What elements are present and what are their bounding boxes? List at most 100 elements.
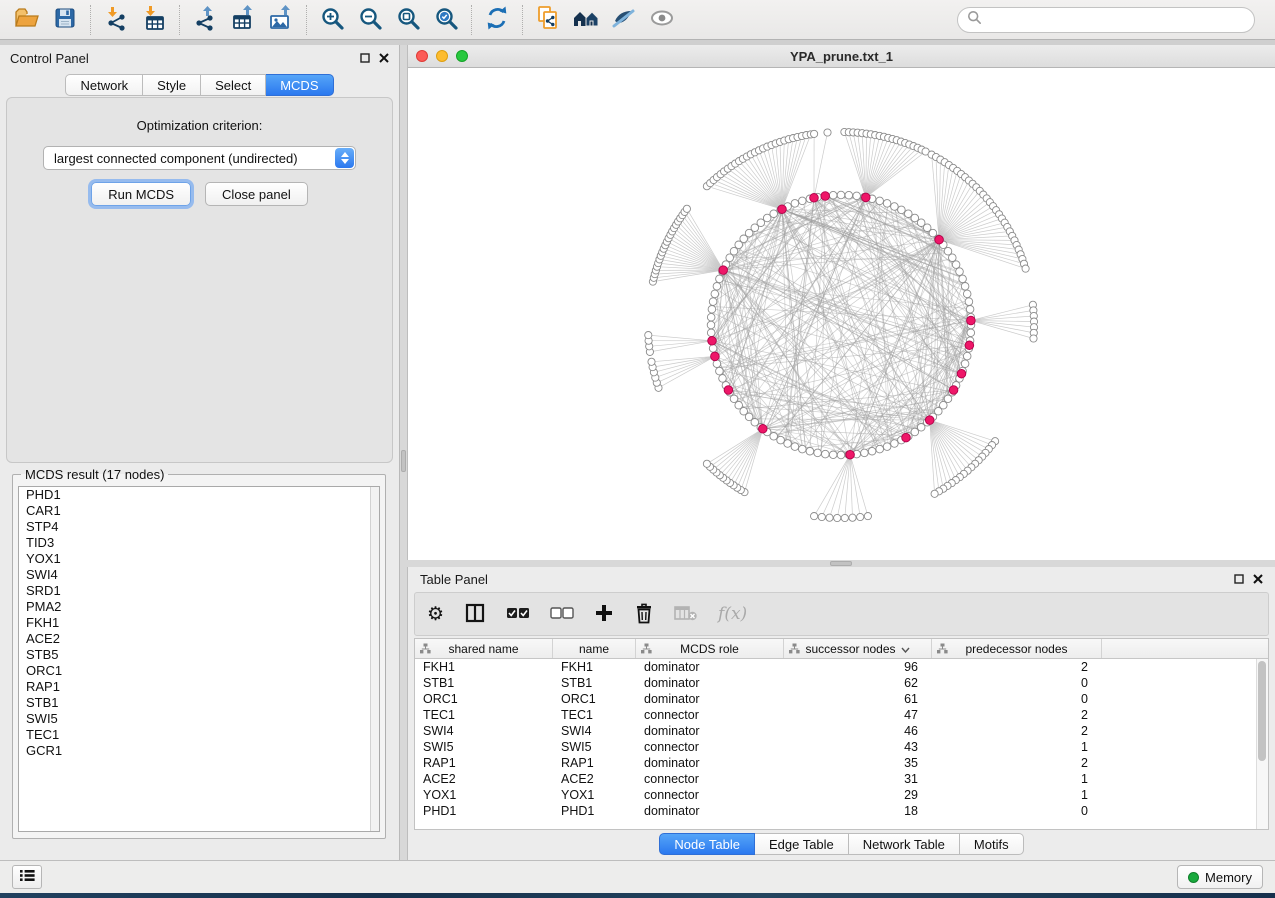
- graph-node[interactable]: [898, 206, 906, 214]
- graph-satellite-node[interactable]: [645, 332, 652, 339]
- graph-satellite-node[interactable]: [1030, 335, 1037, 342]
- run-mcds-button[interactable]: Run MCDS: [91, 182, 191, 206]
- table-cell[interactable]: 2: [932, 755, 1102, 771]
- table-cell[interactable]: ACE2: [415, 771, 553, 787]
- search-box[interactable]: [957, 7, 1255, 33]
- table-cell[interactable]: 46: [784, 723, 932, 739]
- table-cell[interactable]: 43: [784, 739, 932, 755]
- table-cell[interactable]: TEC1: [553, 707, 636, 723]
- first-neighbors-button[interactable]: [567, 4, 605, 36]
- mcds-result-item[interactable]: STB5: [19, 647, 379, 663]
- table-cell[interactable]: dominator: [636, 803, 784, 819]
- mcds-result-item[interactable]: STP4: [19, 519, 379, 535]
- show-panels-button[interactable]: [12, 865, 42, 889]
- graph-satellite-node[interactable]: [931, 490, 938, 497]
- table-cell[interactable]: FKH1: [553, 659, 636, 675]
- graph-node[interactable]: [716, 275, 724, 283]
- table-cell[interactable]: ORC1: [553, 691, 636, 707]
- close-panel-icon[interactable]: [1253, 574, 1263, 584]
- scrollbar-thumb[interactable]: [1258, 661, 1266, 761]
- tab-motifs[interactable]: Motifs: [960, 833, 1024, 855]
- graph-satellite-node[interactable]: [841, 514, 848, 521]
- float-panel-icon[interactable]: [1234, 574, 1244, 584]
- table-cell[interactable]: 0: [932, 675, 1102, 691]
- table-row[interactable]: PHD1PHD1dominator180: [415, 803, 1268, 819]
- graph-satellite-node[interactable]: [826, 514, 833, 521]
- graph-node[interactable]: [837, 451, 845, 459]
- table-row[interactable]: RAP1RAP1dominator352: [415, 755, 1268, 771]
- mcds-result-item[interactable]: STB1: [19, 695, 379, 711]
- network-canvas[interactable]: [408, 68, 1275, 560]
- graph-node[interactable]: [707, 313, 715, 321]
- zoom-selected-button[interactable]: [427, 4, 465, 36]
- graph-node[interactable]: [730, 247, 738, 255]
- table-cell[interactable]: YOX1: [553, 787, 636, 803]
- graph-node[interactable]: [883, 200, 891, 208]
- graph-hub-node[interactable]: [759, 425, 768, 434]
- memory-button[interactable]: Memory: [1177, 865, 1263, 889]
- graph-node[interactable]: [735, 401, 743, 409]
- table-settings-button[interactable]: ⚙: [427, 599, 444, 629]
- table-cell[interactable]: dominator: [636, 659, 784, 675]
- column-header-mcds-role[interactable]: MCDS role: [636, 639, 784, 658]
- graph-satellite-node[interactable]: [849, 514, 856, 521]
- criterion-select[interactable]: largest connected component (undirected): [43, 146, 356, 170]
- graph-node[interactable]: [952, 261, 960, 269]
- mcds-result-item[interactable]: PHD1: [19, 487, 379, 503]
- mcds-result-item[interactable]: SWI4: [19, 567, 379, 583]
- mcds-result-list[interactable]: PHD1CAR1STP4TID3YOX1SWI4SRD1PMA2FKH1ACE2…: [18, 486, 380, 832]
- graph-node[interactable]: [961, 283, 969, 291]
- table-cell[interactable]: STB1: [415, 675, 553, 691]
- tab-select[interactable]: Select: [201, 74, 266, 96]
- graph-hub-node[interactable]: [935, 235, 944, 244]
- export-image-button[interactable]: [262, 4, 300, 36]
- table-cell[interactable]: PHD1: [553, 803, 636, 819]
- close-window-icon[interactable]: [416, 50, 428, 62]
- graph-node[interactable]: [876, 197, 884, 205]
- splitter-grip[interactable]: [401, 450, 406, 472]
- tab-network-table[interactable]: Network Table: [849, 833, 960, 855]
- table-cell[interactable]: ORC1: [415, 691, 553, 707]
- graph-node[interactable]: [965, 298, 973, 306]
- import-network-button[interactable]: [97, 4, 135, 36]
- mcds-list-scrollbar[interactable]: [370, 487, 379, 831]
- graph-node[interactable]: [711, 290, 719, 298]
- zoom-in-button[interactable]: [313, 4, 351, 36]
- graph-node[interactable]: [707, 329, 715, 337]
- close-panel-button[interactable]: Close panel: [205, 182, 308, 206]
- graph-node[interactable]: [837, 191, 845, 199]
- graph-node[interactable]: [963, 290, 971, 298]
- splitter-grip[interactable]: [830, 561, 852, 566]
- table-cell[interactable]: 1: [932, 771, 1102, 787]
- table-cell[interactable]: RAP1: [415, 755, 553, 771]
- table-row[interactable]: YOX1YOX1connector291: [415, 787, 1268, 803]
- table-cell[interactable]: ACE2: [553, 771, 636, 787]
- deselect-all-columns-button[interactable]: [550, 599, 574, 629]
- table-cell[interactable]: dominator: [636, 755, 784, 771]
- graph-hub-node[interactable]: [925, 416, 934, 425]
- graph-satellite-node[interactable]: [857, 513, 864, 520]
- graph-node[interactable]: [784, 440, 792, 448]
- graph-node[interactable]: [891, 440, 899, 448]
- mcds-result-item[interactable]: ACE2: [19, 631, 379, 647]
- graph-node[interactable]: [707, 321, 715, 329]
- table-row[interactable]: STB1STB1dominator620: [415, 675, 1268, 691]
- table-cell[interactable]: SWI4: [553, 723, 636, 739]
- table-cell[interactable]: 2: [932, 723, 1102, 739]
- graph-node[interactable]: [961, 360, 969, 368]
- hide-selected-button[interactable]: [605, 4, 643, 36]
- graph-satellite-node[interactable]: [811, 513, 818, 520]
- graph-node[interactable]: [956, 268, 964, 276]
- open-file-button[interactable]: [8, 4, 46, 36]
- graph-node[interactable]: [770, 210, 778, 218]
- mcds-result-item[interactable]: ORC1: [19, 663, 379, 679]
- graph-hub-node[interactable]: [778, 205, 787, 214]
- graph-node[interactable]: [757, 219, 765, 227]
- graph-hub-node[interactable]: [821, 192, 830, 201]
- table-cell[interactable]: FKH1: [415, 659, 553, 675]
- table-cell[interactable]: connector: [636, 739, 784, 755]
- search-input[interactable]: [988, 12, 1245, 27]
- table-cell[interactable]: 96: [784, 659, 932, 675]
- table-cell[interactable]: 31: [784, 771, 932, 787]
- graph-node[interactable]: [829, 191, 837, 199]
